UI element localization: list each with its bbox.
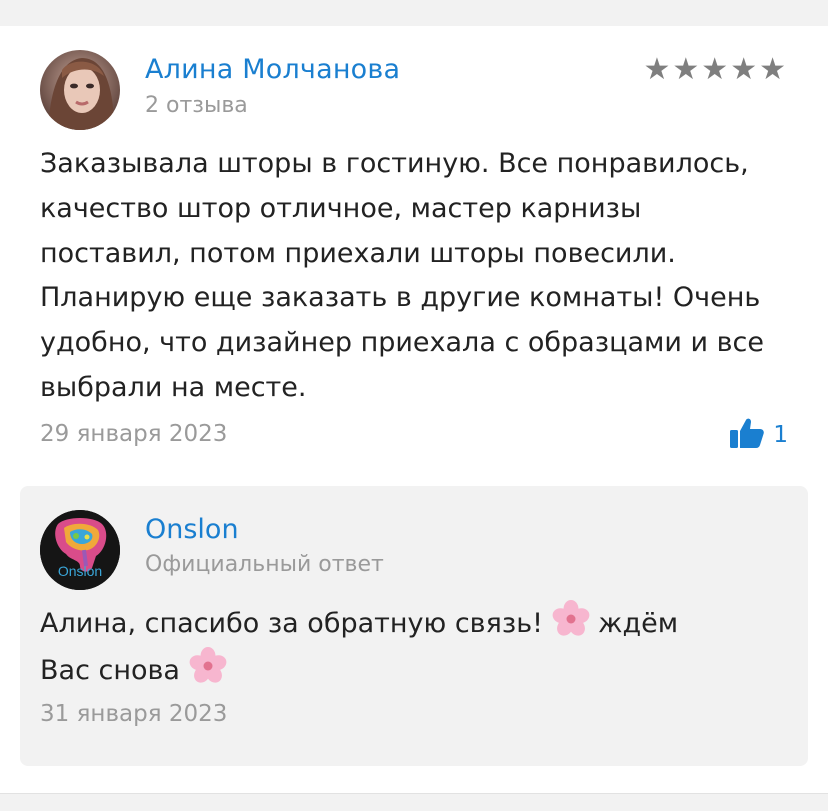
- reply-text: Алина, спасибо за обратную связь! ждём В…: [40, 600, 740, 694]
- divider: [0, 793, 828, 794]
- reply-text-part3: Вас снова: [40, 654, 180, 686]
- author-review-count[interactable]: 2 отзыва: [145, 93, 248, 118]
- rating-stars: ★★★★★: [643, 52, 788, 87]
- like-count: 1: [773, 422, 788, 448]
- cherry-blossom-emoji: [552, 600, 590, 638]
- cherry-blossom-emoji: [189, 646, 227, 685]
- official-reply: Onslon Onslon Официальный ответ Алина, с…: [20, 486, 808, 766]
- shop-logo[interactable]: Onslon: [40, 510, 120, 590]
- review-date: 29 января 2023: [40, 421, 228, 447]
- like-button[interactable]: 1: [729, 417, 788, 453]
- shop-name[interactable]: Onslon: [145, 514, 239, 545]
- logo-text: Onslon: [58, 563, 102, 579]
- review-card: Алина Молчанова 2 отзыва ★★★★★ Заказывал…: [0, 26, 828, 793]
- author-name[interactable]: Алина Молчанова: [145, 54, 400, 85]
- review-text: Заказывала шторы в гостиную. Все понрави…: [40, 148, 765, 403]
- reply-date: 31 января 2023: [40, 701, 228, 727]
- reply-text-part1: Алина, спасибо за обратную связь!: [40, 608, 543, 639]
- reply-text-part2: ждём: [598, 608, 679, 639]
- avatar[interactable]: [40, 50, 120, 130]
- thumbs-up-icon: [729, 417, 765, 453]
- official-reply-label: Официальный ответ: [145, 552, 384, 577]
